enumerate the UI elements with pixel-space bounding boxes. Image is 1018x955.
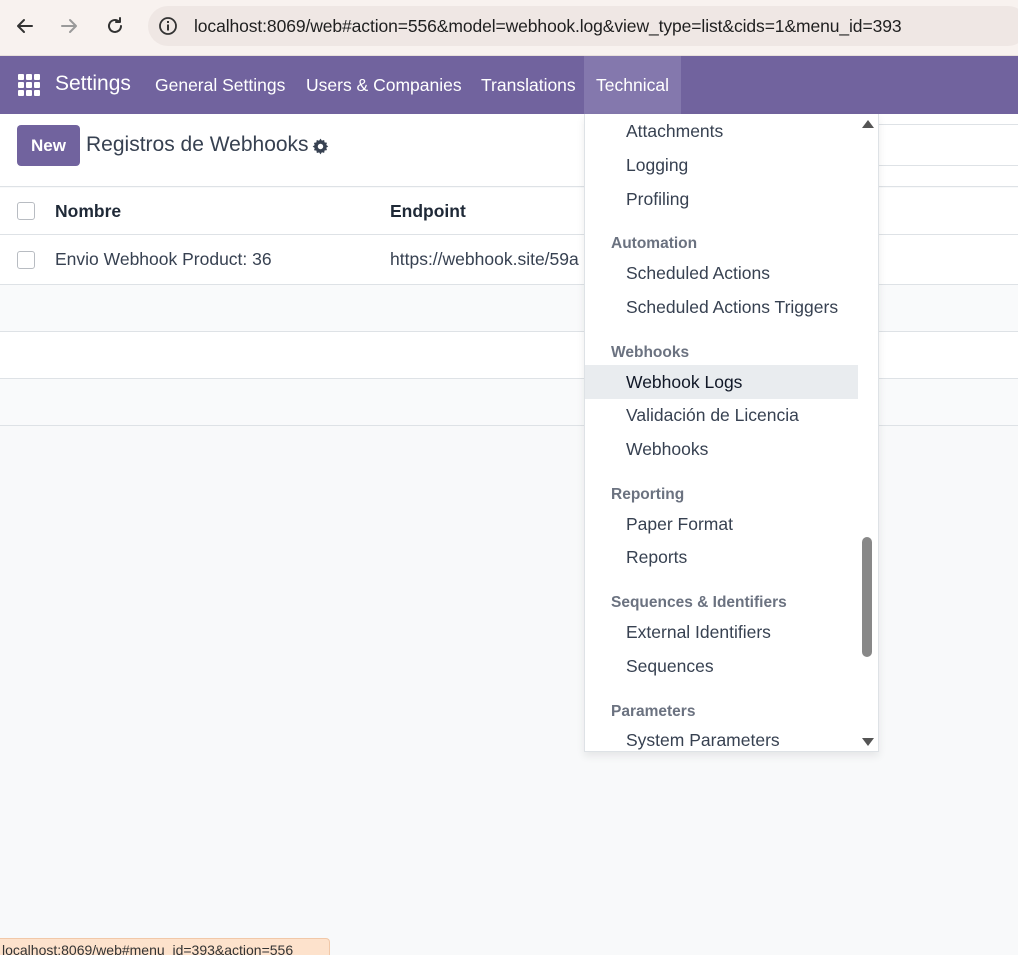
menu-item-scheduled-actions[interactable]: Scheduled Actions: [585, 256, 860, 290]
menu-section-reporting: Reporting: [611, 486, 685, 503]
browser-toolbar: localhost:8069/web#action=556&model=webh…: [0, 0, 1018, 56]
nav-technical[interactable]: Technical: [584, 56, 681, 114]
column-header-nombre[interactable]: Nombre: [55, 201, 121, 222]
menu-item-paper-format[interactable]: Paper Format: [585, 507, 860, 541]
scroll-up-arrow-icon[interactable]: [862, 120, 874, 128]
cell-nombre: Envio Webhook Product: 36: [55, 249, 272, 269]
reload-icon: [108, 17, 122, 33]
scroll-down-arrow-icon[interactable]: [862, 738, 874, 746]
scroll-thumb[interactable]: [862, 537, 872, 657]
menu-item-logging[interactable]: Logging: [585, 148, 860, 182]
address-bar[interactable]: localhost:8069/web#action=556&model=webh…: [148, 6, 1018, 46]
menu-item-system-parameters[interactable]: System Parameters: [585, 723, 860, 751]
menu-item-webhooks[interactable]: Webhooks: [585, 432, 860, 466]
menu-section-automation: Automation: [611, 235, 698, 252]
nav-general-settings[interactable]: General Settings: [143, 56, 297, 114]
back-button[interactable]: [9, 10, 41, 42]
arrow-left-icon: [17, 19, 33, 33]
site-info-icon[interactable]: [158, 16, 178, 36]
menu-item-external-identifiers[interactable]: External Identifiers: [585, 615, 860, 649]
select-all-checkbox[interactable]: [17, 202, 35, 220]
gear-icon[interactable]: [312, 138, 329, 155]
menu-item-reports[interactable]: Reports: [585, 540, 860, 574]
menu-item-validacion-licencia[interactable]: Validación de Licencia: [585, 398, 860, 432]
cell-endpoint: https://webhook.site/59a: [390, 249, 579, 269]
menu-section-parameters: Parameters: [611, 703, 696, 720]
arrow-right-icon: [61, 19, 77, 33]
menu-item-profiling[interactable]: Profiling: [585, 182, 860, 216]
menu-item-scheduled-actions-triggers[interactable]: Scheduled Actions Triggers: [585, 290, 860, 324]
menu-item-attachments[interactable]: Attachments: [585, 114, 860, 148]
column-header-endpoint[interactable]: Endpoint: [390, 201, 466, 222]
forward-button[interactable]: [53, 10, 85, 42]
menu-section-webhooks: Webhooks: [611, 344, 690, 361]
main-navbar: Settings General Settings Users & Compan…: [0, 56, 1018, 114]
link-status-bar: localhost:8069/web#menu_id=393&action=55…: [0, 938, 330, 955]
page-title: Registros de Webhooks: [86, 133, 309, 156]
nav-translations[interactable]: Translations: [469, 56, 588, 114]
reload-button[interactable]: [99, 10, 131, 42]
dropdown-scrollbar[interactable]: [858, 114, 878, 751]
menu-section-sequences-identifiers: Sequences & Identifiers: [611, 594, 787, 611]
apps-menu-icon[interactable]: [18, 74, 40, 96]
new-button[interactable]: New: [17, 125, 80, 166]
menu-item-webhook-logs[interactable]: Webhook Logs: [585, 365, 860, 399]
technical-dropdown-menu: Attachments Logging Profiling Automation…: [584, 114, 879, 752]
app-brand[interactable]: Settings: [55, 72, 131, 96]
url-text: localhost:8069/web#action=556&model=webh…: [194, 16, 902, 36]
menu-item-sequences[interactable]: Sequences: [585, 649, 860, 683]
row-checkbox[interactable]: [17, 251, 35, 269]
search-bar[interactable]: [860, 124, 1018, 166]
nav-users-companies[interactable]: Users & Companies: [294, 56, 474, 114]
